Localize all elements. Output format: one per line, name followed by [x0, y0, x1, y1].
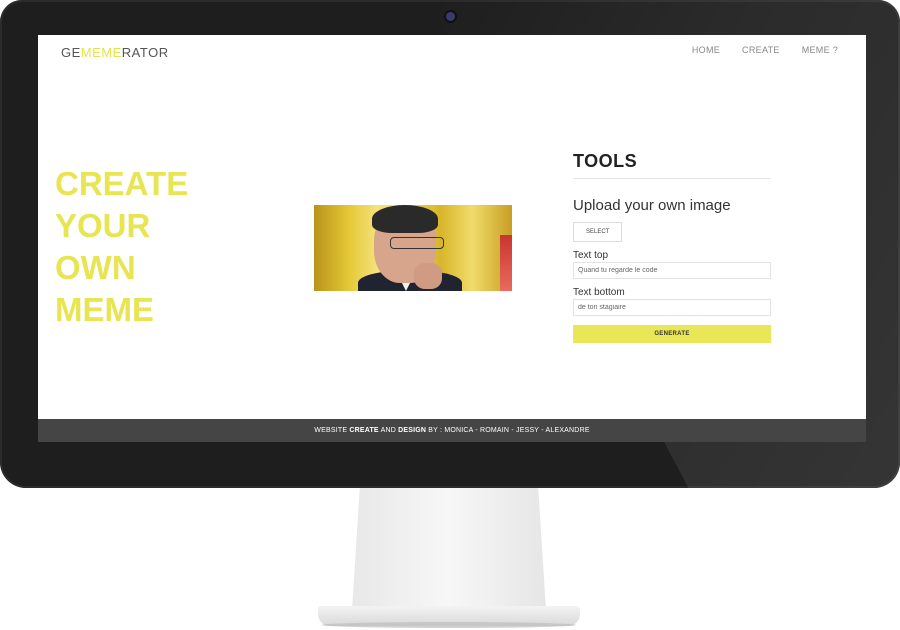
meme-preview-image [314, 205, 512, 291]
footer-prefix: WEBSITE [314, 427, 350, 434]
nav-link-create[interactable]: CREATE [742, 45, 780, 55]
monitor-frame: GEMEMERATOR HOME CREATE MEME ? CREATE YO… [0, 0, 900, 488]
person-hand [414, 263, 442, 289]
monitor-stand [352, 488, 546, 610]
generate-button[interactable]: GENERATE [573, 325, 771, 343]
footer-create: CREATE [349, 427, 379, 434]
tools-title: TOOLS [573, 151, 771, 179]
text-bottom-input[interactable] [573, 299, 771, 316]
hero-line: YOUR [55, 207, 151, 244]
text-top-label: Text top [573, 250, 609, 261]
hero-heading: CREATE YOUR OWN MEME [55, 163, 255, 331]
text-top-input[interactable] [573, 262, 771, 279]
site-logo[interactable]: GEMEMERATOR [61, 45, 169, 60]
upload-title: Upload your own image [573, 197, 731, 214]
text-bottom-label: Text bottom [573, 287, 625, 298]
footer-and: AND [378, 427, 399, 434]
logo-part-rator: RATOR [121, 45, 169, 60]
hero-line: MEME [55, 291, 154, 328]
footer-design: DESIGN [398, 427, 427, 434]
nav-link-meme[interactable]: MEME ? [802, 45, 838, 55]
logo-part-ge: GE [61, 45, 81, 60]
footer: WEBSITE CREATE AND DESIGN BY : MONICA - … [38, 419, 866, 442]
tools-panel: TOOLS Upload your own image SELECT Text … [573, 151, 771, 343]
person-glasses [390, 237, 444, 249]
hero-line: CREATE [55, 165, 189, 202]
webcam-icon [446, 12, 455, 21]
screen: GEMEMERATOR HOME CREATE MEME ? CREATE YO… [38, 35, 866, 442]
nav-menu: HOME CREATE MEME ? [692, 45, 838, 55]
person-hair [372, 205, 438, 233]
hero-line: OWN [55, 249, 136, 286]
footer-credits: BY : MONICA - ROMAIN - JESSY - ALEXANDRE [426, 427, 590, 434]
select-image-button[interactable]: SELECT [573, 222, 623, 242]
flag-shape [500, 235, 512, 291]
logo-part-meme: MEME [80, 45, 122, 60]
nav-link-home[interactable]: HOME [692, 45, 720, 55]
stand-shadow [322, 622, 576, 628]
